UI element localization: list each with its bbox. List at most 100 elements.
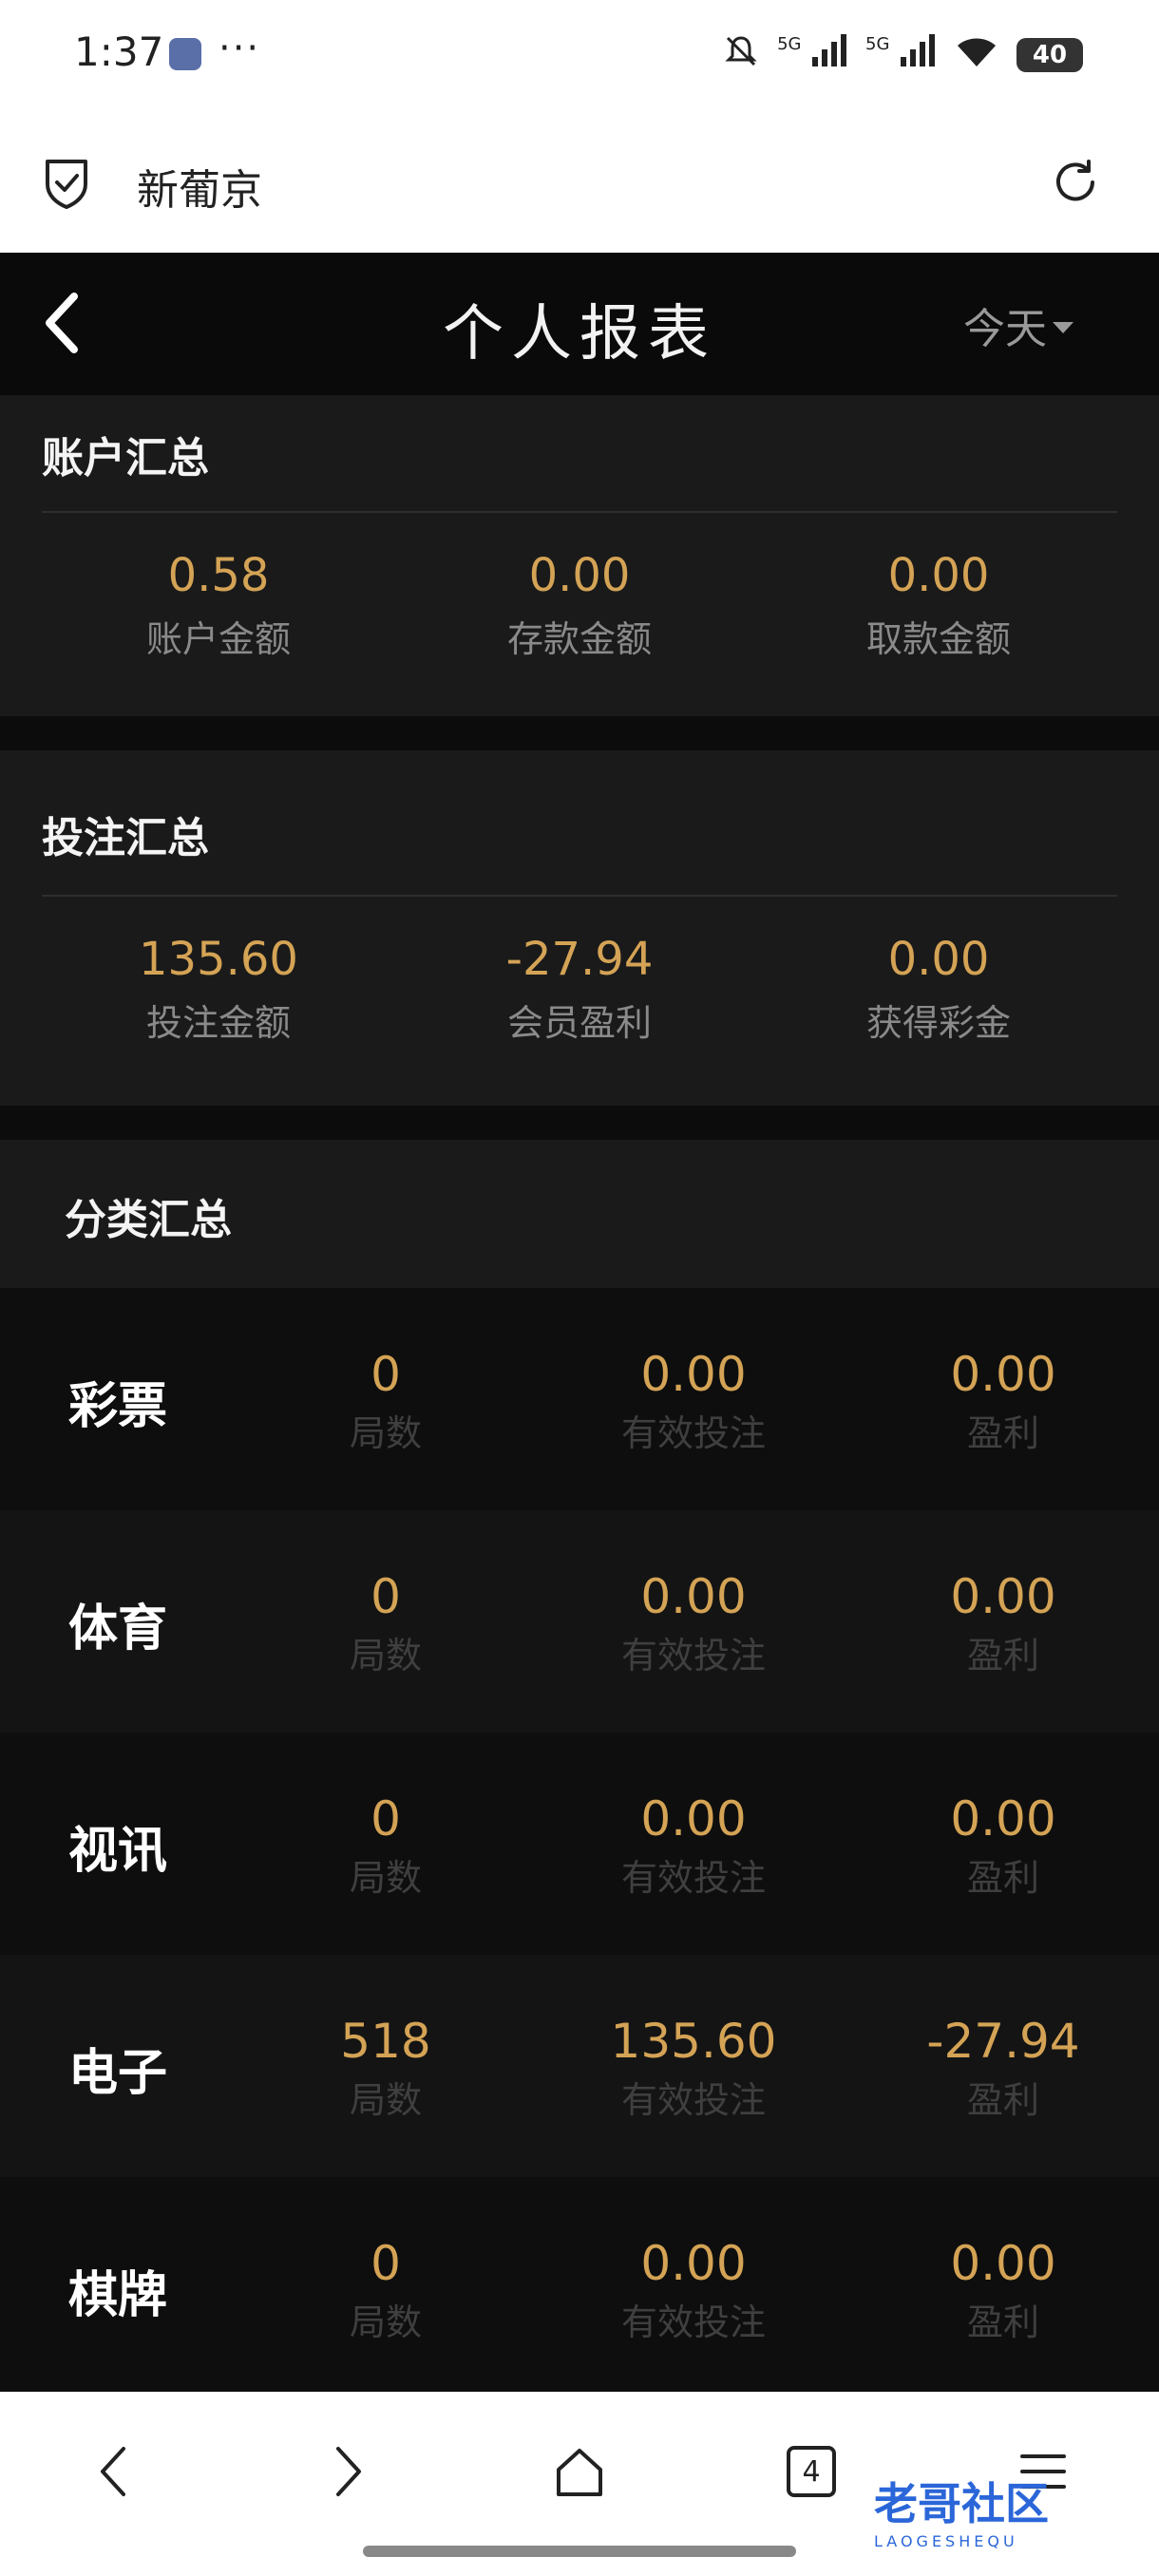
report-page: 个人报表 今天 账户汇总 0.58 账户金额 0.00 存款金额 0.00 取款…: [0, 253, 1159, 2399]
browser-forward-button[interactable]: [310, 2434, 386, 2510]
valid-bet-label: 有效投注: [620, 2079, 766, 2121]
tab-count-icon: 4: [787, 2446, 836, 2497]
stat-label: 会员盈利: [506, 1002, 652, 1044]
category-row-chess-cards[interactable]: 棋牌 0 局数 0.00 有效投注 0.00 盈利: [0, 2177, 1159, 2399]
stat-label: 取款金额: [865, 618, 1011, 660]
stat-label: 投注金额: [145, 1002, 291, 1044]
profit-label: 盈利: [966, 2079, 1039, 2121]
battery-icon: 40: [1016, 38, 1083, 72]
browser-home-button[interactable]: [542, 2434, 618, 2510]
category-row-electronic[interactable]: 电子 518 局数 135.60 有效投注 -27.94 盈利: [0, 1955, 1159, 2177]
rounds-cell: 0 局数: [262, 1791, 509, 1901]
stat-value: 0.00: [887, 549, 990, 602]
app-notification-icon: [169, 38, 201, 70]
reload-icon[interactable]: [1049, 156, 1102, 209]
category-row-lottery[interactable]: 彩票 0 局数 0.00 有效投注 0.00 盈利: [0, 1288, 1159, 1510]
browser-back-button[interactable]: [76, 2434, 152, 2510]
valid-bet-cell: 135.60 有效投注: [570, 2014, 817, 2123]
watermark-subtext: LAOGESHEQU: [874, 2532, 1018, 2550]
profit-cell: 0.00 盈利: [880, 1569, 1127, 1678]
stat-value: 0.00: [528, 549, 631, 602]
account-summary-title: 账户汇总: [42, 434, 209, 483]
profit-label: 盈利: [966, 2301, 1039, 2343]
rounds-cell: 518 局数: [262, 2014, 509, 2123]
account-summary-card: 账户汇总 0.58 账户金额 0.00 存款金额 0.00 取款金额: [0, 395, 1159, 716]
rounds-value: 0: [370, 1569, 401, 1624]
stat-value: -27.94: [505, 933, 654, 986]
valid-bet-label: 有效投注: [620, 1857, 766, 1899]
browser-tabs-button[interactable]: 4: [773, 2434, 849, 2510]
shield-check-icon[interactable]: [42, 156, 91, 209]
stat-value: 0.58: [167, 549, 270, 602]
stat-account-balance: 0.58 账户金额: [76, 549, 361, 662]
profit-value: 0.00: [950, 2236, 1056, 2291]
more-notifications-icon: ···: [218, 27, 261, 70]
chevron-left-icon: [101, 2447, 125, 2496]
bet-summary-card: 投注汇总 135.60 投注金额 -27.94 会员盈利 0.00 获得彩金: [0, 750, 1159, 1106]
date-filter-label: 今天: [963, 305, 1047, 353]
home-icon: [557, 2449, 602, 2496]
stat-value: 135.60: [139, 933, 298, 986]
caret-down-icon: [1053, 322, 1074, 333]
category-name: 电子: [68, 2045, 168, 2102]
category-row-sports[interactable]: 体育 0 局数 0.00 有效投注 0.00 盈利: [0, 1510, 1159, 1733]
category-name: 体育: [68, 1601, 168, 1657]
valid-bet-cell: 0.00 有效投注: [570, 1791, 817, 1901]
rounds-value: 0: [370, 2236, 401, 2291]
date-filter-dropdown[interactable]: 今天: [963, 294, 1074, 355]
valid-bet-value: 0.00: [640, 1791, 747, 1847]
stat-bonus: 0.00 获得彩金: [796, 933, 1081, 1046]
profit-label: 盈利: [966, 1635, 1039, 1676]
status-bar: 1:37 ··· 5G 5G 40: [0, 0, 1159, 114]
profit-value: -27.94: [926, 2014, 1080, 2069]
valid-bet-label: 有效投注: [620, 1635, 766, 1676]
bet-summary-title: 投注汇总: [42, 814, 209, 862]
profit-cell: 0.00 盈利: [880, 1347, 1127, 1456]
category-row-live-video[interactable]: 视讯 0 局数 0.00 有效投注 0.00 盈利: [0, 1733, 1159, 1955]
signal-icon-2: 5G: [865, 34, 937, 76]
nav-bar: 个人报表 今天: [0, 253, 1159, 395]
rounds-label: 局数: [349, 2301, 422, 2343]
profit-value: 0.00: [950, 1347, 1056, 1402]
profit-label: 盈利: [966, 1412, 1039, 1454]
site-title[interactable]: 新葡京: [137, 156, 262, 217]
stat-label: 获得彩金: [865, 1002, 1011, 1044]
category-summary-title: 分类汇总: [65, 1196, 232, 1244]
profit-cell: -27.94 盈利: [880, 2014, 1127, 2123]
valid-bet-cell: 0.00 有效投注: [570, 1569, 817, 1678]
stat-bet-amount: 135.60 投注金额: [76, 933, 361, 1046]
category-name: 彩票: [68, 1378, 168, 1435]
profit-cell: 0.00 盈利: [880, 2236, 1127, 2345]
valid-bet-label: 有效投注: [620, 2301, 766, 2343]
rounds-cell: 0 局数: [262, 2236, 509, 2345]
stat-member-profit: -27.94 会员盈利: [437, 933, 722, 1046]
network-type-2: 5G: [865, 34, 890, 54]
status-time: 1:37: [74, 28, 164, 75]
watermark-logo: 老哥社区 LAOGESHEQU: [874, 2470, 1140, 2555]
profit-value: 0.00: [950, 1569, 1056, 1624]
divider: [42, 511, 1117, 513]
category-summary-header: 分类汇总: [0, 1140, 1159, 1288]
valid-bet-cell: 0.00 有效投注: [570, 2236, 817, 2345]
rounds-value: 0: [370, 1347, 401, 1402]
category-name: 视讯: [68, 1823, 168, 1880]
system-home-indicator[interactable]: [363, 2546, 796, 2557]
valid-bet-value: 0.00: [640, 2236, 747, 2291]
rounds-cell: 0 局数: [262, 1347, 509, 1456]
rounds-label: 局数: [349, 1635, 422, 1676]
valid-bet-value: 0.00: [640, 1569, 747, 1624]
category-name: 棋牌: [68, 2267, 168, 2324]
stat-deposit-amount: 0.00 存款金额: [437, 549, 722, 662]
rounds-value: 518: [340, 2014, 431, 2069]
rounds-label: 局数: [349, 2079, 422, 2121]
watermark-text: 老哥社区: [874, 2478, 1049, 2529]
profit-value: 0.00: [950, 1791, 1056, 1847]
network-type-1: 5G: [777, 34, 802, 54]
stat-withdraw-amount: 0.00 取款金额: [796, 549, 1081, 662]
rounds-label: 局数: [349, 1412, 422, 1454]
stat-value: 0.00: [887, 933, 990, 986]
status-icons: 5G 5G 40: [722, 28, 1083, 82]
wifi-icon: [954, 34, 999, 76]
signal-icon-1: 5G: [777, 34, 848, 76]
browser-address-bar: 新葡京: [0, 114, 1159, 253]
